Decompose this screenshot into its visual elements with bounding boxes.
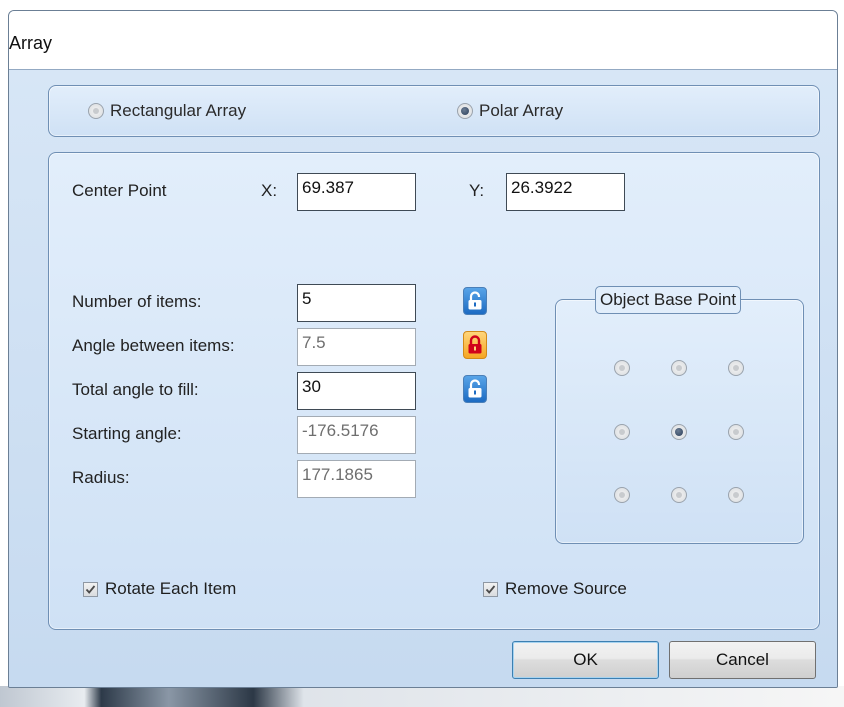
angle-between-items-label: Angle between items: xyxy=(72,336,235,355)
background-strip xyxy=(0,686,844,707)
checkmark-icon[interactable] xyxy=(83,581,98,597)
unlocked-lock-icon[interactable] xyxy=(463,287,487,315)
radio-button-selected-icon[interactable] xyxy=(457,103,473,119)
remove-source-label: Remove Source xyxy=(505,579,627,598)
center-x-label: X: xyxy=(261,181,278,200)
base-point-top-right-radio[interactable] xyxy=(728,360,744,376)
starting-angle-input[interactable]: -176.5176 xyxy=(297,416,416,454)
rectangular-array-label: Rectangular Array xyxy=(110,101,247,120)
title-bar: Array xyxy=(9,11,837,70)
total-angle-input[interactable]: 30 xyxy=(297,372,416,410)
base-point-bottom-left-radio[interactable] xyxy=(614,487,630,503)
locked-lock-icon[interactable] xyxy=(463,331,487,359)
center-x-input[interactable]: 69.387 xyxy=(297,173,416,211)
base-point-bottom-center-radio[interactable] xyxy=(671,487,687,503)
radius-input[interactable]: 177.1865 xyxy=(297,460,416,498)
radius-label: Radius: xyxy=(72,468,130,487)
object-base-point-title: Object Base Point xyxy=(595,286,742,314)
base-point-top-center-radio[interactable] xyxy=(671,360,687,376)
base-point-center-radio[interactable] xyxy=(671,424,687,440)
rectangular-array-radio[interactable]: Rectangular Array xyxy=(88,101,246,121)
number-of-items-input[interactable]: 5 xyxy=(297,284,416,322)
starting-angle-label: Starting angle: xyxy=(72,424,182,443)
rotate-each-item-label: Rotate Each Item xyxy=(105,579,237,598)
base-point-bottom-right-radio[interactable] xyxy=(728,487,744,503)
base-point-middle-right-radio[interactable] xyxy=(728,424,744,440)
angle-between-items-input[interactable]: 7.5 xyxy=(297,328,416,366)
polar-array-label: Polar Array xyxy=(479,101,564,120)
ok-button[interactable]: OK xyxy=(512,641,659,679)
number-of-items-label: Number of items: xyxy=(72,292,202,311)
cancel-button[interactable]: Cancel xyxy=(669,641,816,679)
checkmark-icon[interactable] xyxy=(483,581,498,597)
center-y-input[interactable]: 26.3922 xyxy=(506,173,625,211)
base-point-top-left-radio[interactable] xyxy=(614,360,630,376)
rotate-each-item-checkbox[interactable]: Rotate Each Item xyxy=(83,579,236,599)
center-point-label: Center Point xyxy=(72,181,167,200)
window-title: Array xyxy=(9,33,53,53)
radio-button-icon[interactable] xyxy=(88,103,104,119)
object-base-point-group xyxy=(555,299,804,544)
total-angle-label: Total angle to fill: xyxy=(72,380,199,399)
array-dialog: Array Rectangular Array Polar Array Cent… xyxy=(8,10,838,688)
base-point-middle-left-radio[interactable] xyxy=(614,424,630,440)
dialog-body: Rectangular Array Polar Array Center Poi… xyxy=(9,70,837,687)
center-y-label: Y: xyxy=(469,181,485,200)
remove-source-checkbox[interactable]: Remove Source xyxy=(483,579,627,599)
polar-array-radio[interactable]: Polar Array xyxy=(457,101,563,121)
unlocked-lock-icon[interactable] xyxy=(463,375,487,403)
